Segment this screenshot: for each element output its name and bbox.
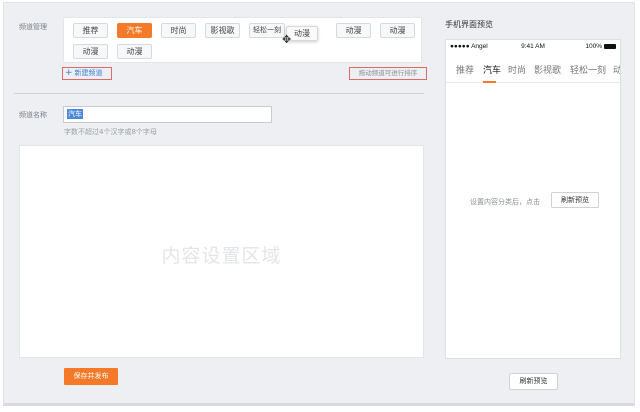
channel-name-input[interactable]: 汽车	[63, 106, 272, 123]
plus-icon: +	[65, 68, 73, 78]
battery-icon	[604, 43, 616, 49]
channel-name-value: 汽车	[67, 109, 83, 119]
phone-tab[interactable]: 轻松一刻	[570, 63, 606, 76]
content-settings-area[interactable]: 内容设置区域	[19, 145, 424, 358]
phone-tab-bar: 推荐 汽车 时尚 影视歌 轻松一刻 动	[446, 59, 620, 83]
phone-statusbar: ●●●●● Angel 9:41 AM 100%	[446, 40, 620, 54]
section-divider	[14, 93, 424, 94]
channel-chip[interactable]: 动漫	[73, 44, 108, 59]
channel-name-label: 频道名称	[19, 111, 47, 119]
channel-chip[interactable]: 时尚	[161, 23, 196, 38]
phone-tab[interactable]: 推荐	[456, 63, 474, 76]
channel-chip[interactable]: 推荐	[73, 23, 108, 38]
phone-tab[interactable]: 时尚	[508, 63, 526, 76]
phone-tab-active[interactable]: 汽车	[483, 63, 501, 76]
phone-preview: ●●●●● Angel 9:41 AM 100% 推荐 汽车 时尚 影视歌 轻松…	[445, 39, 621, 359]
refresh-preview-button[interactable]: 刷新预览	[509, 373, 558, 390]
channel-chip-active[interactable]: 汽车	[117, 23, 152, 38]
drag-sort-hint: 拖动频道可进行排序	[349, 67, 427, 80]
refresh-preview-inline-button[interactable]: 刷新预览	[551, 192, 599, 208]
channel-chip[interactable]: 动漫	[336, 23, 371, 38]
add-channel-button[interactable]: + 新建频道	[62, 67, 112, 80]
battery-status: 100%	[585, 43, 616, 50]
move-cursor-icon: ✥	[282, 33, 292, 46]
channel-name-hint: 字数不超过4个汉字或8个字母	[64, 128, 157, 136]
active-tab-underline	[483, 81, 496, 83]
phone-tab[interactable]: 动	[613, 63, 620, 76]
add-channel-label: 新建频道	[74, 69, 103, 77]
channel-list: 推荐 汽车 时尚 影视歌 轻松一刻 动漫 ✥ 动漫 动漫 动漫 动漫	[63, 17, 422, 63]
channel-manager-label: 频道管理	[19, 23, 47, 31]
preview-hint: 设置内容分类后，点击	[470, 198, 540, 206]
content-placeholder: 内容设置区域	[161, 245, 282, 267]
channel-chip[interactable]: 轻松一刻	[249, 23, 285, 38]
preview-title: 手机界面预览	[445, 20, 493, 29]
battery-percent: 100%	[585, 43, 602, 50]
channel-chip[interactable]: 影视歌	[205, 23, 240, 38]
channel-chip[interactable]: 动漫	[380, 23, 415, 38]
save-publish-button[interactable]: 保存并发布	[64, 368, 118, 385]
phone-tab[interactable]: 影视歌	[534, 63, 561, 76]
channel-chip[interactable]: 动漫	[117, 44, 152, 59]
